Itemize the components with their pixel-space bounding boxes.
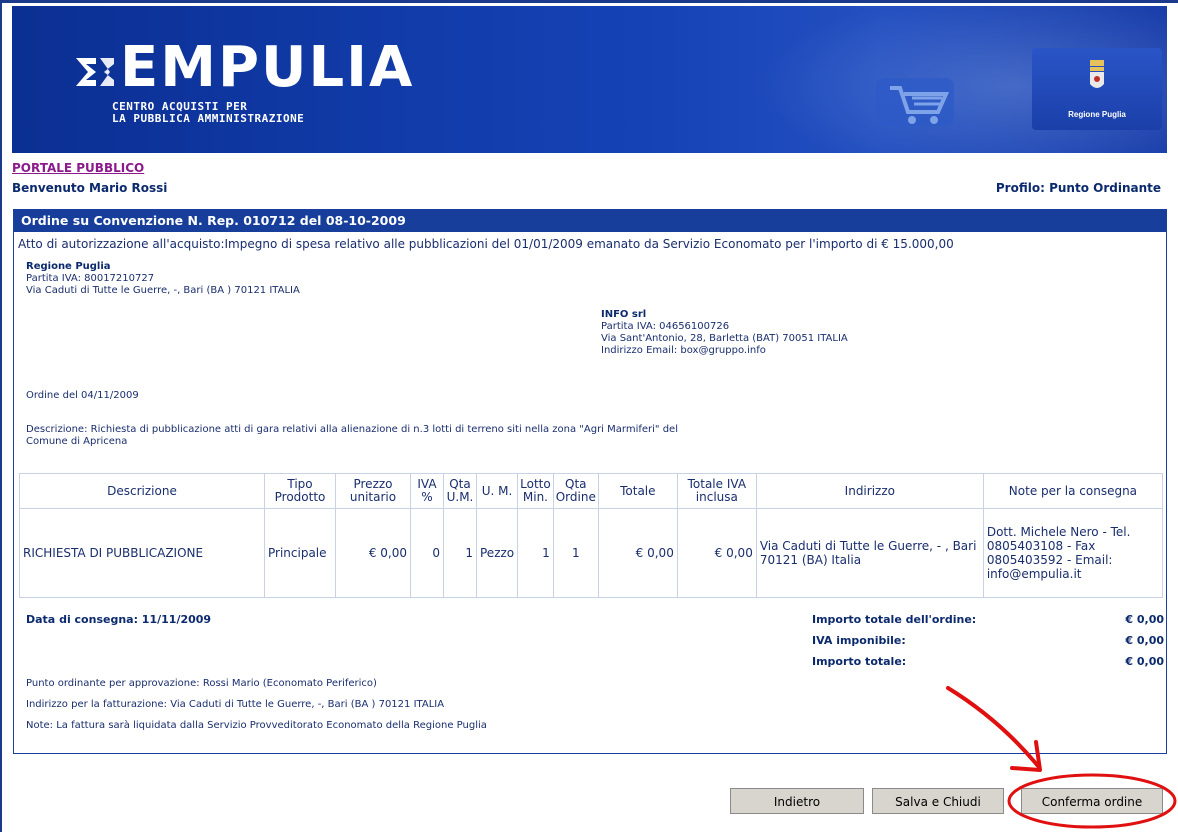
buyer-address: Via Caduti di Tutte le Guerre, -, Bari (…	[26, 285, 300, 296]
header-iva: IVA%	[410, 473, 444, 509]
cell-indirizzo: Via Caduti di Tutte le Guerre, - , Bari …	[755, 508, 984, 598]
welcome-text: Benvenuto Mario Rossi	[12, 181, 168, 195]
cell-note: Dott. Michele Nero - Tel. 0805403108 - F…	[982, 508, 1164, 598]
cell-totale: € 0,00	[597, 508, 678, 598]
cell-tipo: Principale	[264, 508, 336, 598]
header-um: U. M.	[475, 473, 519, 509]
back-button[interactable]: Indietro	[730, 788, 864, 814]
header-qta-um: Qta U.M.	[443, 473, 477, 509]
logo-text: EMPULIA	[120, 35, 415, 100]
header-descrizione: Descrizione	[19, 473, 265, 509]
supplier-address: Via Sant'Antonio, 28, Barletta (BAT) 700…	[601, 333, 848, 344]
cell-totale-iva: € 0,00	[676, 508, 757, 598]
order-description: Descrizione: Richiesta di pubblicazione …	[26, 424, 906, 448]
iva-label: IVA imponibile:	[812, 634, 906, 647]
empulia-logo-icon	[76, 58, 114, 86]
buyer-vat: Partita IVA: 80017210727	[26, 273, 155, 284]
header-qta-ordine: Qta Ordine	[552, 473, 599, 509]
region-puglia-badge: Regione Puglia	[1032, 48, 1162, 130]
order-title: Ordine su Convenzione N. Rep. 010712 del…	[14, 210, 1166, 232]
header-note-consegna: Note per la consegna	[982, 473, 1164, 509]
header-banner: EMPULIA CENTRO ACQUISTI PER LA PUBBLICA …	[12, 6, 1167, 153]
supplier-vat: Partita IVA: 04656100726	[601, 321, 730, 332]
supplier-name: INFO srl	[601, 309, 647, 320]
window-left-border	[0, 0, 2, 832]
order-date: Ordine del 04/11/2009	[26, 390, 139, 401]
total-label: Importo totale dell'ordine:	[812, 613, 977, 626]
cell-iva: 0	[410, 508, 444, 598]
header-tipo-prodotto: Tipo Prodotto	[264, 473, 336, 509]
header-totale: Totale	[597, 473, 678, 509]
grand-total-label: Importo totale:	[812, 655, 907, 668]
buyer-name: Regione Puglia	[26, 261, 111, 272]
order-items-table: Descrizione Tipo Prodotto Prezzo unitario …	[19, 473, 1164, 598]
save-close-button[interactable]: Salva e Chiudi	[872, 788, 1004, 814]
header-totale-iva: Totale IVA inclusa	[676, 473, 757, 509]
supplier-info: INFO srl Partita IVA: 04656100726 Via Sa…	[601, 309, 848, 357]
cell-prezzo: € 0,00	[335, 508, 411, 598]
table-row: RICHIESTA DI PUBBLICAZIONE Principale € …	[19, 508, 1164, 598]
delivery-date: Data di consegna: 11/11/2009	[26, 613, 212, 626]
cell-um: Pezzo	[475, 508, 519, 598]
window-top-border	[0, 0, 1178, 3]
description-line1: Descrizione: Richiesta di pubblicazione …	[26, 424, 678, 435]
header-indirizzo: Indirizzo	[755, 473, 984, 509]
billing-address: Indirizzo per la fatturazione: Via Cadut…	[26, 699, 445, 710]
header-lotto-min: Lotto Min.	[517, 473, 554, 509]
cell-qta-um: 1	[443, 508, 477, 598]
order-panel: Ordine su Convenzione N. Rep. 010712 del…	[13, 209, 1167, 754]
grand-total-value: € 0,00	[1125, 655, 1164, 668]
profile-text: Profilo: Punto Ordinante	[995, 181, 1161, 195]
authorization-text: Atto di autorizzazione all'acquisto:Impe…	[18, 237, 954, 251]
cell-qta-ordine: 1	[552, 508, 599, 598]
region-label: Regione Puglia	[1068, 110, 1126, 119]
crest-icon	[1090, 60, 1104, 88]
portal-link[interactable]: PORTALE PUBBLICO	[12, 161, 144, 175]
shopping-cart-icon	[876, 78, 954, 126]
description-line2: Comune di Apricena	[26, 436, 128, 447]
header-prezzo-unitario: Prezzo unitario	[335, 473, 411, 509]
logo-subtitle-line2: LA PUBBLICA AMMINISTRAZIONE	[112, 112, 305, 125]
confirm-order-button[interactable]: Conferma ordine	[1021, 788, 1163, 814]
invoice-notes: Note: La fattura sarà liquidata dalla Se…	[26, 720, 487, 731]
cell-lotto: 1	[517, 508, 554, 598]
buyer-info: Regione Puglia Partita IVA: 80017210727 …	[26, 261, 300, 297]
iva-value: € 0,00	[1125, 634, 1164, 647]
logo-subtitle: CENTRO ACQUISTI PER LA PUBBLICA AMMINIST…	[112, 101, 304, 125]
total-value: € 0,00	[1125, 613, 1164, 626]
cell-descrizione: RICHIESTA DI PUBBLICAZIONE	[19, 508, 265, 598]
approver-text: Punto ordinante per approvazione: Rossi …	[26, 678, 377, 689]
supplier-email: Indirizzo Email: box@gruppo.info	[601, 345, 766, 356]
table-header-row: Descrizione Tipo Prodotto Prezzo unitario …	[19, 473, 1164, 509]
